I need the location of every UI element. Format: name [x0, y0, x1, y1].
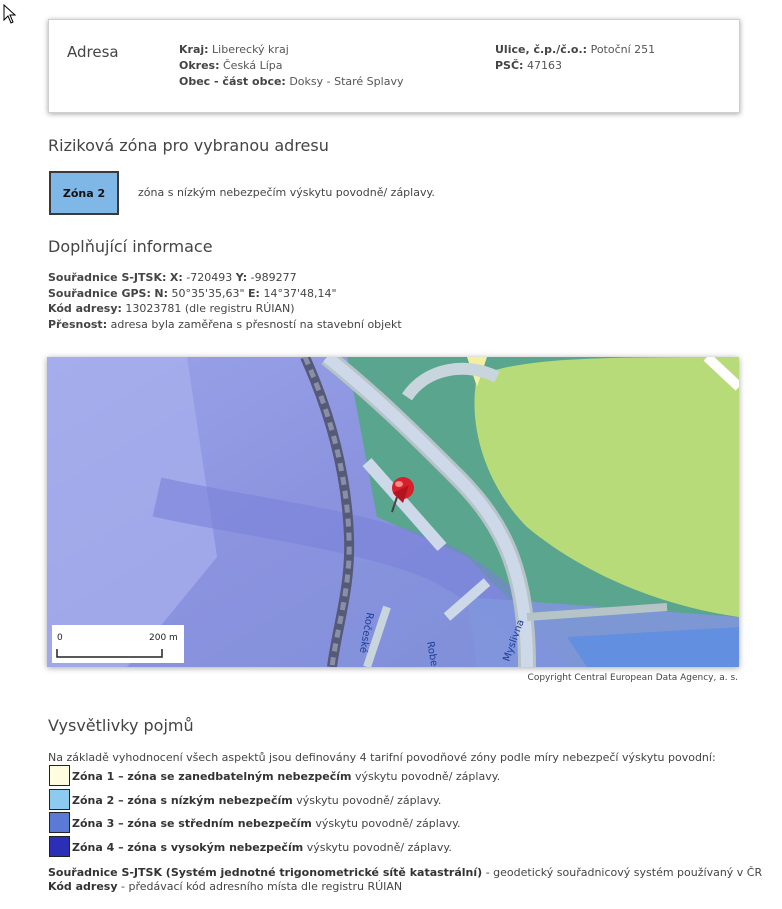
additional-info-heading: Doplňující informace	[48, 237, 213, 256]
term-sjtsk-text: - geodetický souřadnicový systém používa…	[485, 866, 763, 879]
term-kod-label: Kód adresy	[48, 880, 118, 893]
e-label: E:	[248, 286, 260, 300]
psc-label: PSČ:	[495, 59, 524, 72]
legend-swatch	[49, 812, 70, 833]
ulice-value: Potoční 251	[590, 43, 656, 56]
map-scale-bar: 0 200 m	[52, 625, 184, 663]
additional-info-block: Souřadnice S-JTSK: X: -720493 Y: -989277…	[48, 270, 402, 332]
map-canvas[interactable]: Robečská Ročeské Myslivna 0 200 m	[47, 357, 739, 667]
legend-label: Zóna 1 – zóna se zanedbatelným nebezpečí…	[72, 770, 352, 783]
psc-value: 47163	[526, 59, 562, 72]
n-label: N:	[154, 286, 168, 300]
ulice-row: Ulice, č.p./č.o.: Potoční 251	[495, 42, 655, 58]
zone-badge: Zóna 2	[49, 171, 119, 215]
y-label: Y:	[235, 271, 248, 284]
obec-value: Doksy - Staré Splavy	[289, 75, 404, 88]
legend-label: Zóna 3 – zóna se středním nebezpečím	[72, 817, 312, 830]
presnost-row: Přesnost: adresa byla zaměřena s přesnos…	[48, 317, 402, 333]
legend-suffix: výskytu povodně/ záplavy.	[315, 817, 461, 830]
kraj-label: Kraj:	[179, 43, 209, 56]
kod-row: Kód adresy: 13023781 (dle registru RÚIAN…	[48, 301, 402, 317]
sjtsk-row: Souřadnice S-JTSK: X: -720493 Y: -989277	[48, 270, 402, 286]
presnost-value: adresa byla zaměřena s přesností na stav…	[110, 317, 402, 331]
legend-suffix: výskytu povodně/ záplavy.	[296, 793, 442, 807]
terms-block: Souřadnice S-JTSK (Systém jednotné trigo…	[48, 866, 762, 894]
okres-row: Okres: Česká Lípa	[179, 58, 403, 74]
psc-row: PSČ: 47163	[495, 58, 655, 74]
x-value: -720493	[186, 271, 233, 284]
mouse-cursor-icon	[3, 4, 17, 24]
map-copyright: Copyright Central European Data Agency, …	[527, 673, 738, 683]
flood-map[interactable]: Robečská Ročeské Myslivna 0 200 m	[47, 357, 739, 667]
legend-intro: Na základě vyhodnocení všech aspektů jso…	[48, 751, 716, 764]
zone-description: zóna s nízkým nebezpečím výskytu povodně…	[138, 186, 435, 199]
presnost-label: Přesnost:	[48, 317, 108, 331]
okres-value: Česká Lípa	[223, 59, 283, 72]
y-value: -989277	[250, 271, 297, 284]
risk-zone-heading: Riziková zóna pro vybranou adresu	[48, 136, 329, 155]
legend-swatch	[49, 788, 70, 810]
legend-suffix: výskytu povodně/ záplavy.	[306, 840, 452, 854]
legend-suffix: výskytu povodně/ záplavy.	[355, 770, 501, 783]
term-sjtsk: Souřadnice S-JTSK (Systém jednotné trigo…	[48, 866, 762, 880]
address-column-street: Ulice, č.p./č.o.: Potoční 251 PSČ: 47163	[495, 42, 655, 74]
sjtsk-label: Souřadnice S-JTSK:	[48, 271, 167, 284]
gps-row: Souřadnice GPS: N: 50°35'35,63" E: 14°37…	[48, 286, 402, 302]
term-kod: Kód adresy - předávací kód adresního mís…	[48, 880, 762, 894]
address-card: Adresa Kraj: Liberecký kraj Okres: Česká…	[48, 19, 740, 113]
x-label: X:	[169, 271, 183, 284]
address-title: Adresa	[67, 43, 119, 61]
term-kod-text: - předávací kód adresního místa dle regi…	[121, 880, 403, 893]
gps-label: Souřadnice GPS:	[48, 286, 151, 300]
legend-swatch	[49, 835, 70, 857]
term-sjtsk-label: Souřadnice S-JTSK (Systém jednotné trigo…	[48, 866, 483, 879]
legend-label: Zóna 2 – zóna s nízkým nebezpečím	[72, 793, 293, 807]
n-value: 50°35'35,63"	[171, 286, 245, 300]
legend-swatch	[49, 765, 70, 786]
okres-label: Okres:	[179, 59, 220, 72]
kod-label: Kód adresy:	[48, 302, 122, 315]
kod-value: 13023781 (dle registru RÚIAN)	[125, 302, 295, 315]
legend-label: Zóna 4 – zóna s vysokým nebezpečím	[72, 840, 304, 854]
ulice-label: Ulice, č.p./č.o.:	[495, 43, 588, 56]
kraj-value: Liberecký kraj	[212, 43, 289, 56]
legend-heading: Vysvětlivky pojmů	[48, 716, 194, 735]
scale-end-label: 200 m	[149, 633, 178, 643]
kraj-row: Kraj: Liberecký kraj	[179, 42, 403, 58]
obec-label: Obec - část obce:	[179, 75, 286, 88]
e-value: 14°37'48,14"	[263, 286, 337, 300]
obec-row: Obec - část obce: Doksy - Staré Splavy	[179, 74, 403, 90]
scale-start-label: 0	[57, 633, 63, 643]
address-column-region: Kraj: Liberecký kraj Okres: Česká Lípa O…	[179, 42, 403, 90]
